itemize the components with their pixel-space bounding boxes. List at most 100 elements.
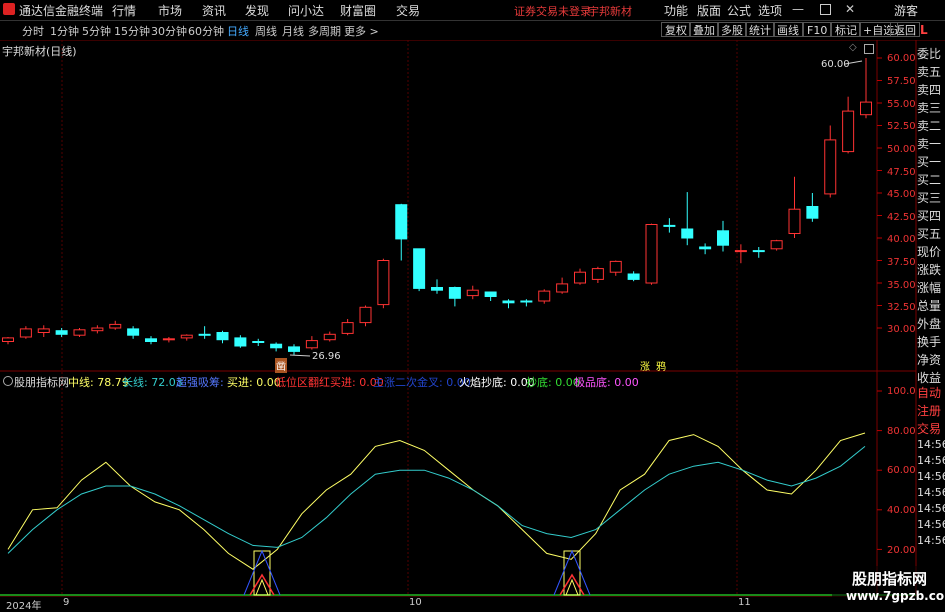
candle-body <box>162 338 175 341</box>
price-tick: 47.50 <box>887 167 916 178</box>
indicator-name[interactable]: 股朋指标网 <box>14 374 69 390</box>
candle-body <box>842 110 855 153</box>
price-tick: 60.00 <box>887 53 916 64</box>
side-panel-label[interactable]: 买三 <box>917 189 945 206</box>
price-tick: 35.00 <box>887 280 916 291</box>
candle-body <box>216 332 229 341</box>
price-tick: 37.50 <box>887 257 916 268</box>
side-panel-label[interactable]: 换手 <box>917 333 945 350</box>
candle-body <box>699 246 712 250</box>
price-tick: 55.00 <box>887 99 916 110</box>
candle-body <box>824 139 837 195</box>
panel-letter-icon[interactable]: L <box>920 23 928 37</box>
indicator-oversold: 超强吸筹: - <box>176 376 232 389</box>
side-panel-label[interactable]: 卖五 <box>917 63 945 80</box>
candle-body <box>73 329 86 336</box>
candle-body <box>484 291 497 297</box>
side-panel-time: 14:56 <box>917 534 945 547</box>
date-axis-month: 10 <box>409 597 422 608</box>
side-panel-time: 14:56 <box>917 438 945 451</box>
candle-body <box>323 333 336 341</box>
side-panel-label[interactable]: 买四 <box>917 207 945 224</box>
price-tick: 32.50 <box>887 302 916 313</box>
candle-body <box>502 300 515 304</box>
ind-tick: 60.00 <box>887 465 916 476</box>
date-axis-year: 2024年 <box>6 601 42 612</box>
candle-body <box>538 290 551 302</box>
candle-body <box>681 228 694 239</box>
candle-body <box>109 323 122 329</box>
side-panel-label[interactable]: 卖三 <box>917 99 945 116</box>
indicator-mid: 中线: 78.79 <box>68 376 129 389</box>
candle-body <box>645 224 658 284</box>
side-panel-time: 14:56 <box>917 502 945 515</box>
candle-body <box>734 250 747 253</box>
signal-blue-peak <box>553 549 591 596</box>
marker-chisel: 凿 <box>275 358 287 373</box>
side-panel-label[interactable]: 净资 <box>917 351 945 368</box>
ind-tick: 20.00 <box>887 545 916 556</box>
candle-body <box>717 230 729 246</box>
ind-tick: 100.0 <box>887 386 916 397</box>
candle-body <box>127 328 140 336</box>
price-tick: 40.00 <box>887 234 916 245</box>
indicator-line-1 <box>7 446 866 554</box>
candle-body <box>270 343 283 349</box>
indicator-line-0 <box>7 432 866 570</box>
side-panel-label[interactable]: 卖一 <box>917 135 945 152</box>
side-panel-label[interactable]: 买五 <box>917 225 945 242</box>
candle-body <box>609 260 622 273</box>
candle-body <box>2 337 14 342</box>
price-tick: 57.50 <box>887 76 916 87</box>
side-panel-label[interactable]: 买一 <box>917 153 945 170</box>
side-panel-label[interactable]: 外盘 <box>917 315 945 332</box>
candle-body <box>359 306 372 324</box>
candle-body <box>145 338 157 342</box>
kline-chart[interactable] <box>0 0 945 609</box>
side-panel-time: 14:56 <box>917 486 945 499</box>
watermark-title: 股朋指标网 <box>852 570 928 588</box>
watermark-url: www.7gpzb.com <box>846 589 945 603</box>
candle-body <box>806 206 819 219</box>
side-panel-label[interactable]: 卖二 <box>917 117 945 134</box>
candle-body <box>341 322 354 334</box>
side-panel-time: 14:56 <box>917 518 945 531</box>
candle-body <box>627 273 640 280</box>
side-panel-label[interactable]: 交易 <box>917 420 945 437</box>
candle-body <box>198 333 211 336</box>
candle-body <box>556 283 569 293</box>
candle-body <box>19 328 32 338</box>
side-panel-label[interactable]: 现价 <box>917 243 945 260</box>
side-panel-label[interactable]: 总量 <box>917 297 945 314</box>
side-panel-label[interactable]: 自动 <box>917 384 945 401</box>
candle-body <box>91 327 104 332</box>
candle-body <box>770 240 783 250</box>
candle-body <box>252 341 265 343</box>
low-price-label: 26.96 <box>312 351 341 362</box>
side-panel-label[interactable]: 涨跌 <box>917 261 945 278</box>
candle-body <box>752 250 765 253</box>
indicator-fire: 火焰抄底: 0.00 <box>459 376 535 389</box>
indicator-settings-icon[interactable] <box>3 376 13 386</box>
price-tick: 52.50 <box>887 121 916 132</box>
side-panel-label[interactable]: 卖四 <box>917 81 945 98</box>
low-arrow <box>289 354 311 357</box>
price-tick: 30.00 <box>887 324 916 335</box>
indicator-low-red: 低位区翻红买进: 0.00 <box>275 376 384 389</box>
side-panel-label[interactable]: 涨幅 <box>917 279 945 296</box>
side-panel-label[interactable]: 委比 <box>917 45 945 62</box>
side-panel-label[interactable]: 注册 <box>917 402 945 419</box>
candle-body <box>37 328 50 333</box>
candle-body <box>574 271 586 284</box>
indicator-extreme: 极品底: 0.00 <box>574 376 639 389</box>
candle-body <box>305 340 318 349</box>
high-price-label: 60.00 <box>821 59 850 70</box>
signal-box <box>563 550 581 596</box>
candle-body <box>860 101 872 116</box>
candle-body <box>431 287 443 291</box>
candle-body <box>413 248 426 289</box>
price-tick: 50.00 <box>887 144 916 155</box>
side-panel-label[interactable]: 买二 <box>917 171 945 188</box>
side-panel-time: 14:56 <box>917 454 945 467</box>
marker-crow: 鸦 <box>656 362 666 373</box>
